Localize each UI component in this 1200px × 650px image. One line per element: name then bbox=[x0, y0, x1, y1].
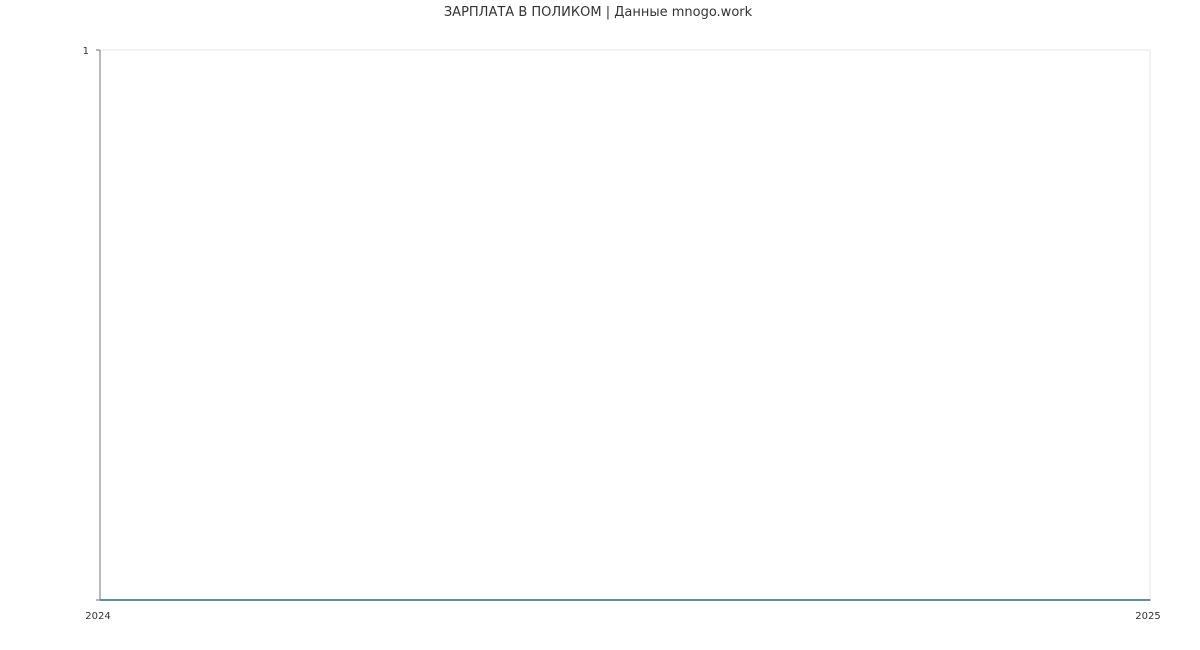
data-point bbox=[99, 599, 101, 601]
data-point bbox=[1149, 599, 1151, 601]
x-tick-label: 2024 bbox=[85, 611, 110, 622]
axes bbox=[99, 50, 1150, 601]
chart-title: ЗАРПЛАТА В ПОЛИКОМ | Данные mnogo.work bbox=[444, 5, 753, 20]
plot-frame bbox=[100, 49, 1151, 600]
series-layer bbox=[99, 599, 1151, 601]
x-tick-label: 2025 bbox=[1135, 611, 1160, 622]
axis-ticks: 1 2024 2025 bbox=[83, 46, 1161, 622]
y-tick-label: 1 bbox=[83, 46, 89, 57]
salary-chart: ЗАРПЛАТА В ПОЛИКОМ | Данные mnogo.work 1… bbox=[83, 5, 1161, 622]
